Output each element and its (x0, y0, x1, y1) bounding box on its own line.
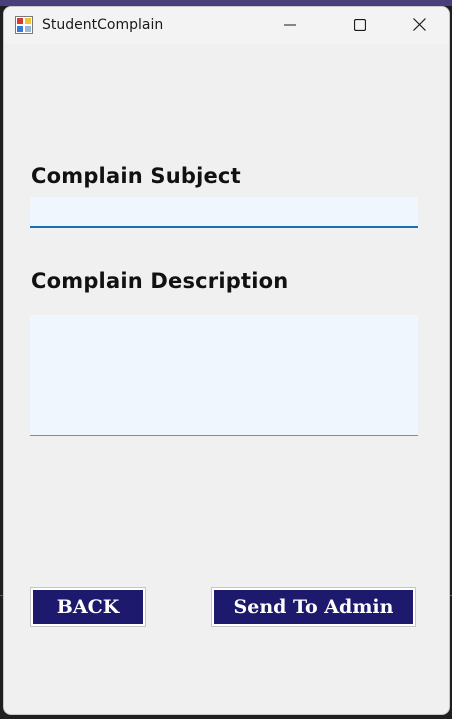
back-button[interactable]: BACK (30, 587, 146, 627)
complain-subject-input[interactable] (30, 197, 418, 228)
maximize-icon (353, 16, 367, 35)
complain-description-input[interactable] (30, 315, 418, 436)
close-icon (412, 16, 426, 35)
minimize-icon (284, 16, 296, 35)
minimize-button[interactable] (267, 7, 313, 44)
window-title: StudentComplain (42, 17, 164, 33)
close-button[interactable] (396, 7, 442, 44)
maximize-button[interactable] (337, 7, 383, 44)
send-to-admin-button[interactable]: Send To Admin (211, 587, 416, 627)
student-complain-window: StudentComplain Complain Subject Complai… (3, 6, 450, 715)
title-bar[interactable]: StudentComplain (4, 7, 449, 44)
app-form-icon (15, 16, 33, 34)
complain-subject-label: Complain Subject (31, 164, 241, 188)
complain-description-label: Complain Description (31, 269, 289, 293)
